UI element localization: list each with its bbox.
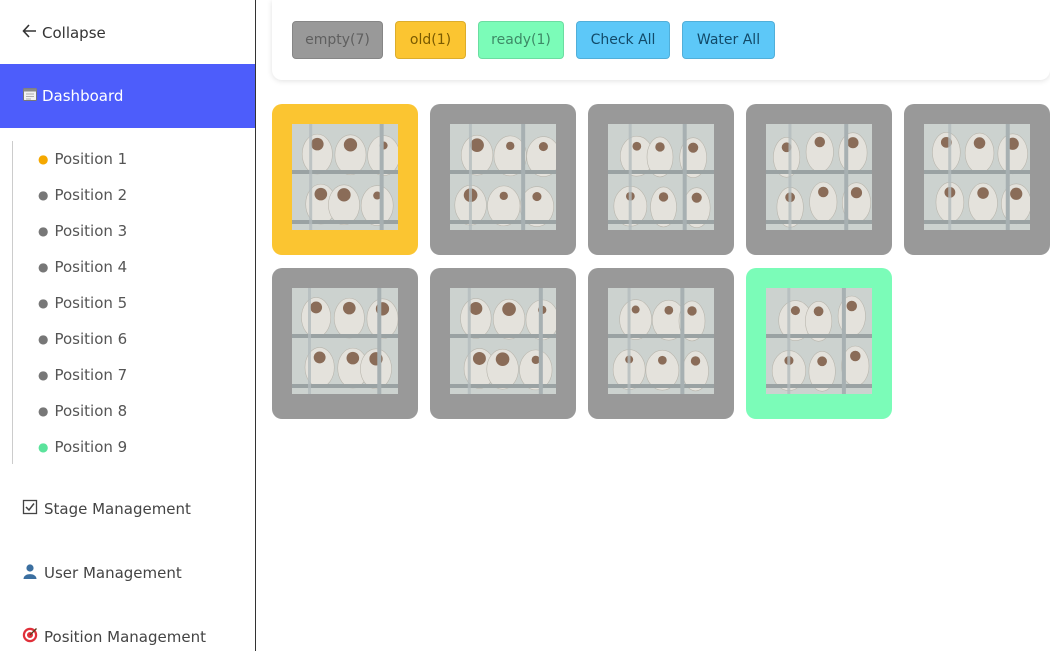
status-dot: ● xyxy=(38,260,49,274)
checkbox-icon xyxy=(22,499,38,519)
position-card-4[interactable] xyxy=(746,104,892,255)
position-photo xyxy=(608,288,714,394)
sidebar-item-position-6[interactable]: ● Position 6 xyxy=(13,321,254,357)
sidebar-item-label: Position 5 xyxy=(54,294,128,312)
sidebar-item-position-8[interactable]: ● Position 8 xyxy=(13,393,254,429)
check-all-button[interactable]: Check All xyxy=(576,21,670,59)
position-photo xyxy=(766,124,872,230)
sidebar-item-label: Position 8 xyxy=(54,402,128,420)
sidebar-item-label: Position 3 xyxy=(54,222,128,240)
position-card-7[interactable] xyxy=(430,268,576,419)
sidebar-item-dashboard[interactable]: Dashboard xyxy=(0,64,255,128)
position-card-2[interactable] xyxy=(430,104,576,255)
sidebar-item-position-3[interactable]: ● Position 3 xyxy=(13,213,254,249)
status-dot: ● xyxy=(38,368,49,382)
position-photo xyxy=(450,288,556,394)
position-card-9[interactable] xyxy=(746,268,892,419)
position-photo xyxy=(450,124,556,230)
sidebar-item-label: Position 6 xyxy=(54,330,128,348)
filter-empty-button[interactable]: empty(7) xyxy=(292,21,383,59)
button-label: Check All xyxy=(590,32,656,48)
sidebar-item-label: Position 2 xyxy=(54,186,128,204)
filter-old-button[interactable]: old(1) xyxy=(395,21,466,59)
position-photo xyxy=(924,124,1030,230)
sidebar-item-position-7[interactable]: ● Position 7 xyxy=(13,357,254,393)
sidebar-item-position-2[interactable]: ● Position 2 xyxy=(13,177,254,213)
sidebar-item-position-management[interactable]: Position Management xyxy=(22,625,206,649)
button-label: old(1) xyxy=(409,32,452,48)
sidebar-item-position-9[interactable]: ● Position 9 xyxy=(13,429,254,465)
status-dot: ● xyxy=(38,188,49,202)
position-card-6[interactable] xyxy=(272,268,418,419)
position-subnav: ● Position 1 ● Position 2 ● Position 3 ● Pos… xyxy=(12,141,254,464)
button-label: Water All xyxy=(696,32,761,48)
status-dot: ● xyxy=(38,332,49,346)
button-label: ready(1) xyxy=(491,32,551,48)
sidebar-item-label: Dashboard xyxy=(42,87,124,105)
position-card-5[interactable] xyxy=(904,104,1050,255)
target-icon xyxy=(22,627,38,647)
collapse-label: Collapse xyxy=(42,24,106,42)
status-dot: ● xyxy=(38,404,49,418)
arrow-left-icon xyxy=(22,24,37,42)
position-photo xyxy=(608,124,714,230)
sidebar-item-label: Position 4 xyxy=(54,258,128,276)
sidebar-item-label: Position 1 xyxy=(54,150,128,168)
sidebar-item-position-5[interactable]: ● Position 5 xyxy=(13,285,254,321)
position-card-8[interactable] xyxy=(588,268,734,419)
status-dot: ● xyxy=(38,224,49,238)
sidebar-item-stage-management[interactable]: Stage Management xyxy=(22,497,191,521)
sidebar-item-position-1[interactable]: ● Position 1 xyxy=(13,141,254,177)
user-icon xyxy=(22,563,38,583)
calendar-icon xyxy=(22,86,38,106)
sidebar-item-label: Position 9 xyxy=(54,438,128,456)
status-dot: ● xyxy=(38,152,49,166)
button-label: empty(7) xyxy=(305,32,370,48)
toolbar: empty(7) old(1) ready(1) Check All Water… xyxy=(272,0,1050,80)
position-photo xyxy=(292,288,398,394)
filter-ready-button[interactable]: ready(1) xyxy=(478,21,564,59)
water-all-button[interactable]: Water All xyxy=(682,21,775,59)
collapse-button[interactable]: Collapse xyxy=(22,22,106,44)
sidebar: Collapse Dashboard ● Position 1 ● Position… xyxy=(0,0,256,651)
sidebar-item-user-management[interactable]: User Management xyxy=(22,561,182,585)
status-dot: ● xyxy=(38,440,49,454)
sidebar-item-label: User Management xyxy=(44,564,182,582)
position-card-3[interactable] xyxy=(588,104,734,255)
sidebar-item-label: Stage Management xyxy=(44,500,191,518)
position-photo xyxy=(292,124,398,230)
status-dot: ● xyxy=(38,296,49,310)
sidebar-item-label: Position 7 xyxy=(54,366,128,384)
position-photo xyxy=(766,288,872,394)
position-card-1[interactable] xyxy=(272,104,418,255)
sidebar-item-position-4[interactable]: ● Position 4 xyxy=(13,249,254,285)
sidebar-item-label: Position Management xyxy=(44,628,206,646)
